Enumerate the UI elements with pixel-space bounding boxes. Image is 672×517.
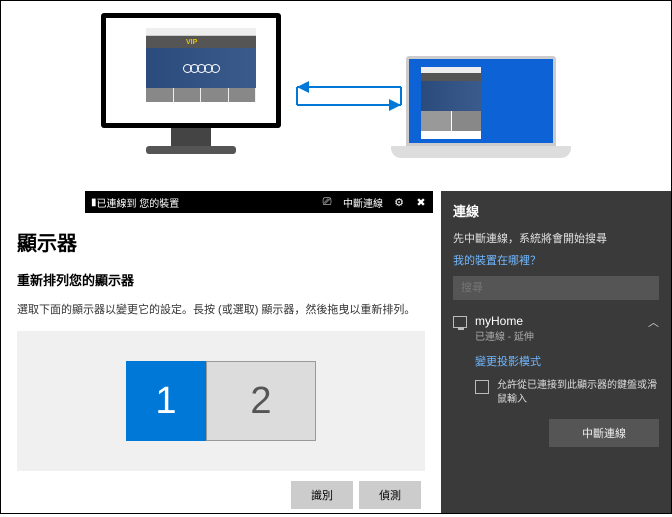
detect-button[interactable]: 偵測	[359, 481, 421, 509]
laptop-graphic	[391, 56, 571, 158]
connect-title: 連線	[453, 201, 659, 220]
monitor-icon	[453, 316, 467, 328]
connect-subtitle: 先中斷連線，系統將會開始搜尋	[453, 230, 659, 246]
disconnect-button[interactable]: 中斷連線	[549, 419, 659, 447]
pin-icon[interactable]: ✖	[415, 196, 427, 208]
display-2[interactable]: 2	[206, 361, 316, 441]
section-heading: 重新排列您的顯示器	[17, 270, 425, 289]
device-status: 已連線 - 延伸	[475, 328, 534, 343]
display-settings-panel: ▮ 已連線到 您的裝置 ⎚ 中斷連線 ⚙ ✖ 顯示器 重新排列您的顯示器 選取下…	[1, 191, 441, 513]
device-item[interactable]: myHome 已連線 - 延伸 ︿	[453, 314, 659, 343]
change-projection-mode-link[interactable]: 變更投影模式	[475, 353, 659, 369]
vip-label: VIP	[186, 39, 197, 46]
connection-illustration: VIP	[1, 1, 671, 191]
search-input[interactable]	[453, 276, 659, 300]
allow-input-checkbox[interactable]	[475, 380, 489, 394]
desktop-monitor-graphic: VIP	[101, 13, 281, 163]
chevron-up-icon: ︿	[648, 314, 659, 330]
titlebar-disconnect-button[interactable]: 中斷連線	[343, 196, 383, 208]
cast-icon[interactable]: ⎚	[321, 196, 333, 208]
display-arrange-area[interactable]: 1 2	[17, 331, 425, 471]
gear-icon[interactable]: ⚙	[393, 196, 405, 208]
identify-button[interactable]: 識別	[291, 481, 353, 509]
projection-titlebar: ▮ 已連線到 您的裝置 ⎚ 中斷連線 ⚙ ✖	[85, 191, 433, 213]
connect-panel: 連線 先中斷連線，系統將會開始搜尋 我的裝置在哪裡？ myHome 已連線 - …	[441, 191, 671, 513]
display-1[interactable]: 1	[126, 361, 206, 441]
section-description: 選取下面的顯示器以變更它的設定。長按 (或選取) 顯示器，然後拖曳以重新排列。	[17, 301, 425, 317]
mini-browser-graphic: VIP	[146, 28, 256, 108]
device-name: myHome	[475, 314, 534, 328]
allow-input-label: 允許從已連接到此顯示器的鍵盤或滑鼠輸入	[497, 379, 659, 407]
where-is-device-link[interactable]: 我的裝置在哪裡？	[453, 252, 659, 268]
titlebar-text: 已連線到 您的裝置	[97, 195, 321, 210]
page-title: 顯示器	[17, 227, 425, 256]
